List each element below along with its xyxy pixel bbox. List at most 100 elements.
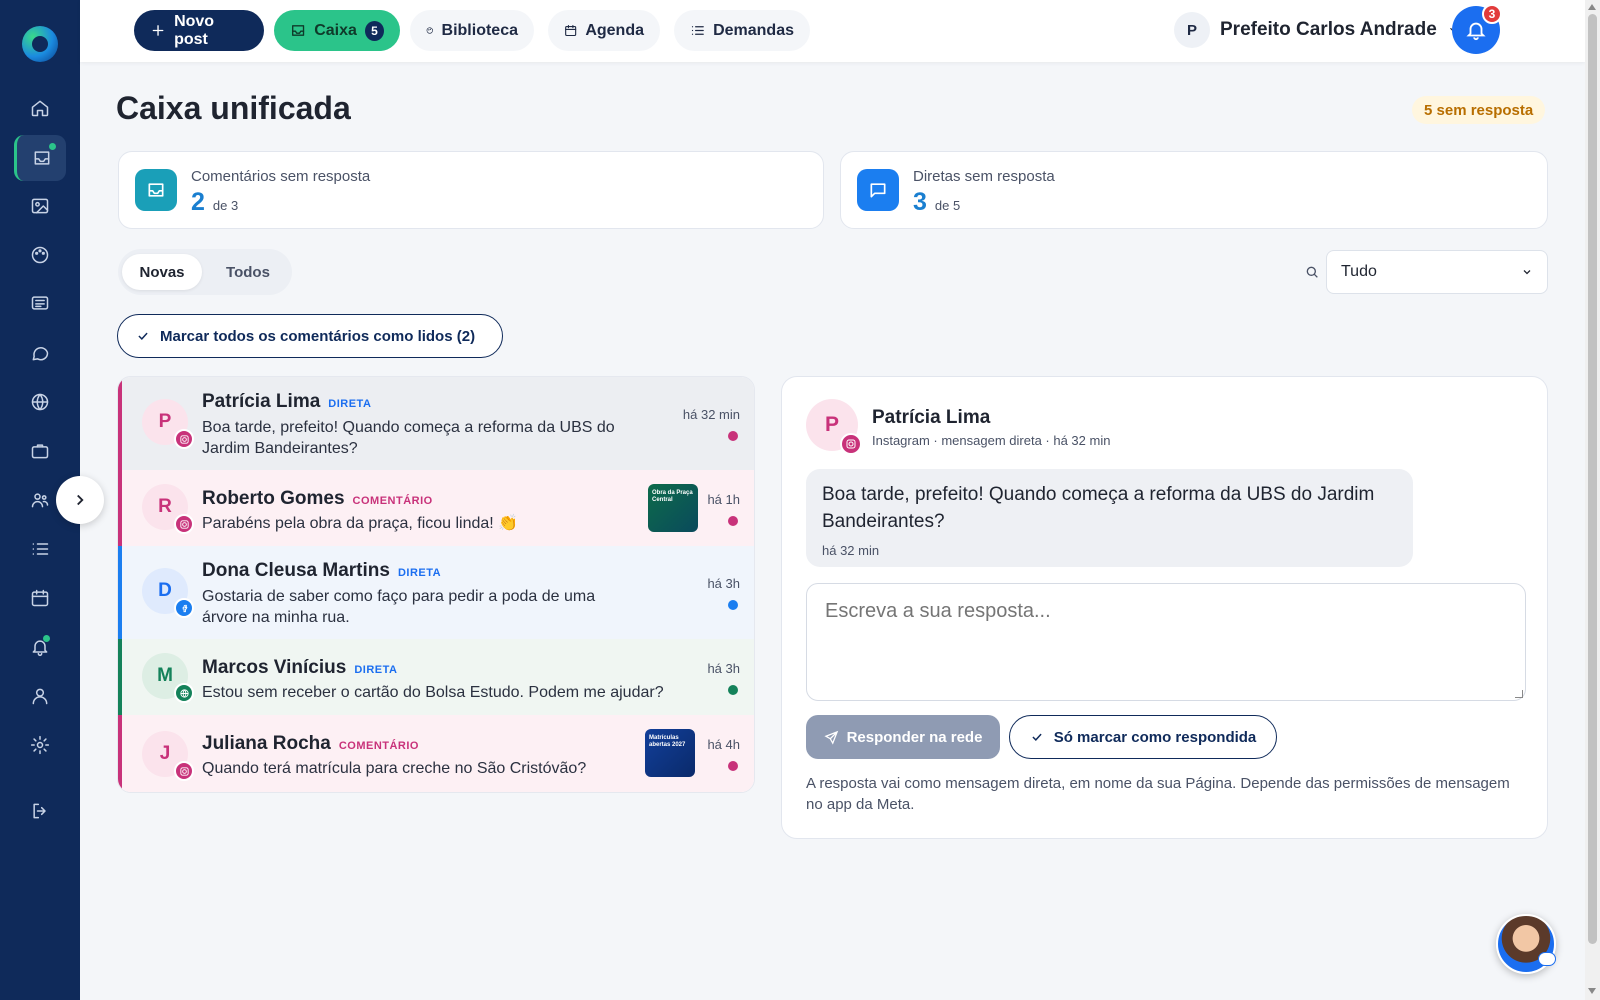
sender-name-text: Roberto Gomes <box>202 488 345 509</box>
expand-sidebar-button[interactable] <box>56 476 104 524</box>
caixa-button[interactable]: Caixa 5 <box>274 10 400 51</box>
message-kind: COMENTÁRIO <box>352 495 433 507</box>
tab-novas[interactable]: Novas <box>122 254 202 290</box>
list-item[interactable]: P Patrícia Lima DIRETA Boa tarde, prefeit… <box>118 377 754 470</box>
briefcase-icon[interactable] <box>20 431 60 471</box>
scroll-down-arrow[interactable] <box>1588 988 1596 994</box>
inbox-icon[interactable] <box>14 135 66 181</box>
app-logo[interactable] <box>22 26 58 62</box>
check-icon <box>138 332 148 340</box>
stat-number: 3 <box>913 188 927 216</box>
inbox-icon <box>292 25 305 36</box>
stat-total: de 3 <box>212 198 239 213</box>
agenda-button[interactable]: Agenda <box>548 10 660 51</box>
notifications-button[interactable]: 3 <box>1452 4 1502 54</box>
reply-input[interactable] <box>806 583 1526 701</box>
palette-icon <box>426 27 433 34</box>
list-item[interactable]: R Roberto Gomes COMENTÁRIO Parabéns pela … <box>118 470 754 546</box>
stat-label: Comentários sem resposta <box>191 168 371 185</box>
stat-value: 2 de 3 <box>191 188 238 217</box>
bell-icon[interactable] <box>20 627 60 667</box>
message-preview: Parabéns pela obra da praça, ficou linda… <box>202 515 519 532</box>
bell-icon <box>1466 22 1486 41</box>
mark-all-read-button[interactable]: Marcar todos os comentários como lidos (… <box>117 314 503 358</box>
news-icon[interactable] <box>20 283 60 323</box>
message-list: P Patrícia Lima DIRETA Boa tarde, prefeit… <box>117 376 755 793</box>
reply-button-label: Responder na rede <box>846 728 983 746</box>
resize-handle[interactable] <box>1515 690 1523 698</box>
contact-meta: Instagram · mensagem direta · há 32 min <box>872 433 1111 448</box>
users-icon[interactable] <box>20 480 60 520</box>
comments-stat-card: Comentários sem resposta 2 de 3 <box>118 151 824 229</box>
sender-name-text: Dona Cleusa Martins <box>202 560 390 581</box>
assistant-avatar-button[interactable] <box>1496 914 1556 974</box>
list-item[interactable]: J Juliana Rocha COMENTÁRIO Quando terá ma… <box>118 715 754 792</box>
contact-name: Patrícia Lima <box>872 407 991 428</box>
sender-name: Roberto Gomes COMENTÁRIO <box>202 488 433 510</box>
message-time: há 32 min <box>822 543 880 558</box>
notifications-badge: 3 <box>1482 4 1502 24</box>
new-post-button[interactable]: Novo post <box>134 10 264 51</box>
user-menu[interactable]: P Prefeito Carlos Andrade <box>1174 12 1461 48</box>
sender-name: Dona Cleusa Martins DIRETA <box>202 560 441 582</box>
message-bubble: Boa tarde, prefeito! Quando começa a ref… <box>806 469 1413 567</box>
message-time: há 32 min <box>682 407 740 422</box>
reply-button[interactable]: Responder na rede <box>806 715 1000 759</box>
user-icon[interactable] <box>20 676 60 716</box>
message-preview: Estou sem receber o cartão do Bolsa Estu… <box>202 684 664 701</box>
instagram-icon <box>174 514 194 534</box>
message-time: há 3h <box>707 576 740 591</box>
image-icon[interactable] <box>20 186 60 226</box>
search-icon[interactable] <box>1304 264 1320 280</box>
topbar: Novo post Caixa 5 Biblioteca Agenda Dema… <box>80 0 1585 62</box>
list-item[interactable]: M Marcos Vinícius DIRETA Estou sem recebe… <box>118 639 754 715</box>
caixa-count-badge: 5 <box>364 20 384 41</box>
mark-answered-label: Só marcar como respondida <box>1053 728 1257 746</box>
reply-note: A resposta vai como mensagem direta, em … <box>806 775 1510 813</box>
list-icon[interactable] <box>20 529 60 569</box>
user-name: Prefeito Carlos Andrade <box>1220 19 1437 40</box>
demandas-label: Demandas <box>713 21 794 39</box>
facebook-icon <box>174 598 194 618</box>
caixa-label: Caixa <box>314 21 357 39</box>
home-icon[interactable] <box>20 88 60 128</box>
unread-dot <box>728 685 738 695</box>
page-scrollbar[interactable] <box>1585 0 1600 1000</box>
page-title: Caixa unificada <box>116 90 351 126</box>
chat-icon[interactable] <box>20 333 60 373</box>
tab-todos[interactable]: Todos <box>208 254 288 290</box>
plus-icon <box>152 25 164 36</box>
stat-value: 3 de 5 <box>913 188 960 217</box>
chat-icon <box>857 169 899 211</box>
unanswered-badge: 5 sem resposta <box>1412 96 1546 124</box>
logout-icon[interactable] <box>20 791 60 831</box>
scroll-up-arrow[interactable] <box>1588 4 1596 10</box>
new-post-label: Novo post <box>174 12 215 48</box>
send-icon <box>823 730 838 745</box>
inbox-icon <box>135 169 177 211</box>
gear-icon[interactable] <box>20 725 60 765</box>
sender-name-text: Marcos Vinícius <box>202 657 347 678</box>
unread-dot <box>728 431 738 441</box>
list-icon <box>691 26 704 35</box>
demandas-button[interactable]: Demandas <box>674 10 810 51</box>
calendar-icon[interactable] <box>20 578 60 618</box>
instagram-icon <box>174 761 194 781</box>
globe-icon[interactable] <box>20 382 60 422</box>
post-thumbnail[interactable]: Matrículas abertas 2027 <box>645 729 695 777</box>
instagram-icon <box>840 433 862 455</box>
stat-label: Diretas sem resposta <box>913 168 1055 185</box>
chevron-down-icon <box>1523 270 1531 275</box>
message-kind: DIRETA <box>397 567 442 579</box>
message-preview: Quando terá matrícula para creche no São… <box>202 760 587 777</box>
biblioteca-button[interactable]: Biblioteca <box>410 10 534 51</box>
mark-answered-button[interactable]: Só marcar como respondida <box>1009 715 1277 759</box>
post-thumbnail[interactable]: Obra da Praça Central <box>648 484 698 532</box>
list-item[interactable]: D Dona Cleusa Martins DIRETA Gostaria de … <box>118 546 754 639</box>
filter-select[interactable]: Tudo <box>1326 250 1548 294</box>
palette-icon[interactable] <box>20 235 60 275</box>
message-kind: DIRETA <box>354 664 398 676</box>
scroll-thumb[interactable] <box>1588 14 1597 944</box>
biblioteca-label: Biblioteca <box>441 21 518 39</box>
chevron-right-icon <box>77 494 84 506</box>
